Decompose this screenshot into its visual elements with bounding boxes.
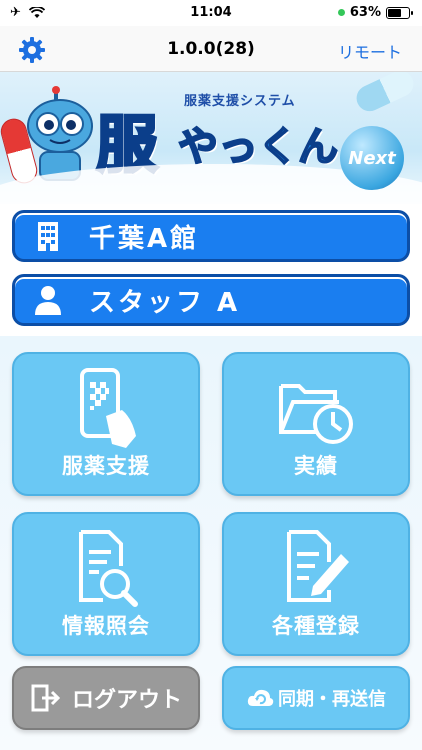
- registration-button[interactable]: 各種登録: [222, 512, 410, 656]
- facility-selector[interactable]: 千葉A館: [12, 210, 410, 262]
- staff-label: スタッフ A: [89, 287, 241, 318]
- battery-percent: 63%: [349, 5, 381, 20]
- next-badge: Next: [340, 126, 404, 190]
- staff-selector[interactable]: スタッフ A: [12, 274, 410, 326]
- cloud-sync-icon: [247, 689, 274, 706]
- building-icon: [38, 222, 58, 251]
- tile-label: 服薬支援: [62, 454, 150, 478]
- medication-support-button[interactable]: 服薬支援: [12, 352, 200, 496]
- tile-label: 情報照会: [62, 614, 150, 638]
- tile-label: 実績: [294, 454, 338, 478]
- document-search-icon: [79, 530, 138, 607]
- info-inquiry-button[interactable]: 情報照会: [12, 512, 200, 656]
- privacy-indicator-icon: [337, 9, 345, 16]
- remote-button[interactable]: リモート: [338, 39, 402, 63]
- document-edit-icon: [287, 530, 349, 602]
- logout-button[interactable]: ログアウト: [12, 666, 200, 730]
- status-bar: ✈ 11:04 63%: [0, 0, 422, 26]
- logout-icon: [31, 684, 60, 712]
- sync-resend-button[interactable]: 同期・再送信: [222, 666, 410, 730]
- results-button[interactable]: 実績: [222, 352, 410, 496]
- person-icon: [35, 286, 61, 315]
- battery-icon: [386, 6, 413, 19]
- app-banner: 服薬支援システム 服 やっくん Next: [0, 72, 422, 204]
- banner-subtitle: 服薬支援システム: [184, 94, 296, 109]
- facility-label: 千葉A館: [89, 223, 200, 254]
- folder-clock-icon: [279, 384, 353, 444]
- nav-bar: 1.0.0(28) リモート: [0, 26, 422, 72]
- status-right: 63%: [337, 5, 413, 20]
- capsule-icon: [352, 72, 418, 116]
- tile-label: 各種登録: [272, 614, 360, 638]
- logout-label: ログアウト: [71, 688, 182, 713]
- phone-qr-icon: [80, 368, 136, 448]
- sync-label: 同期・再送信: [278, 689, 386, 710]
